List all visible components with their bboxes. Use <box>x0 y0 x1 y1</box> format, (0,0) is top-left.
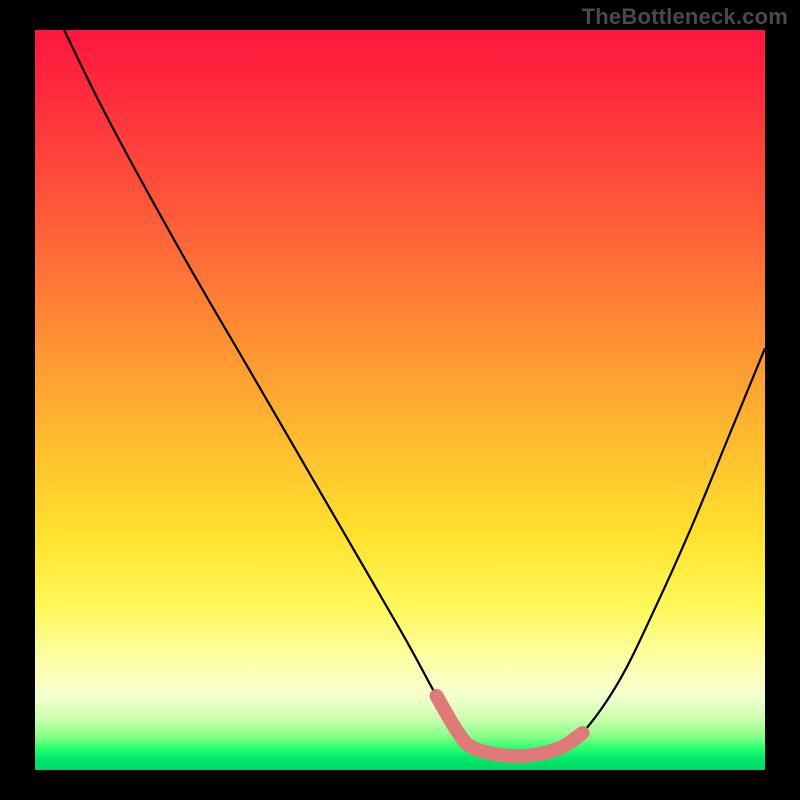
plot-area <box>35 30 765 770</box>
marker-path <box>437 696 583 756</box>
watermark-text: TheBottleneck.com <box>582 4 788 30</box>
optimal-range-marker <box>35 30 765 770</box>
chart-frame: TheBottleneck.com <box>0 0 800 800</box>
